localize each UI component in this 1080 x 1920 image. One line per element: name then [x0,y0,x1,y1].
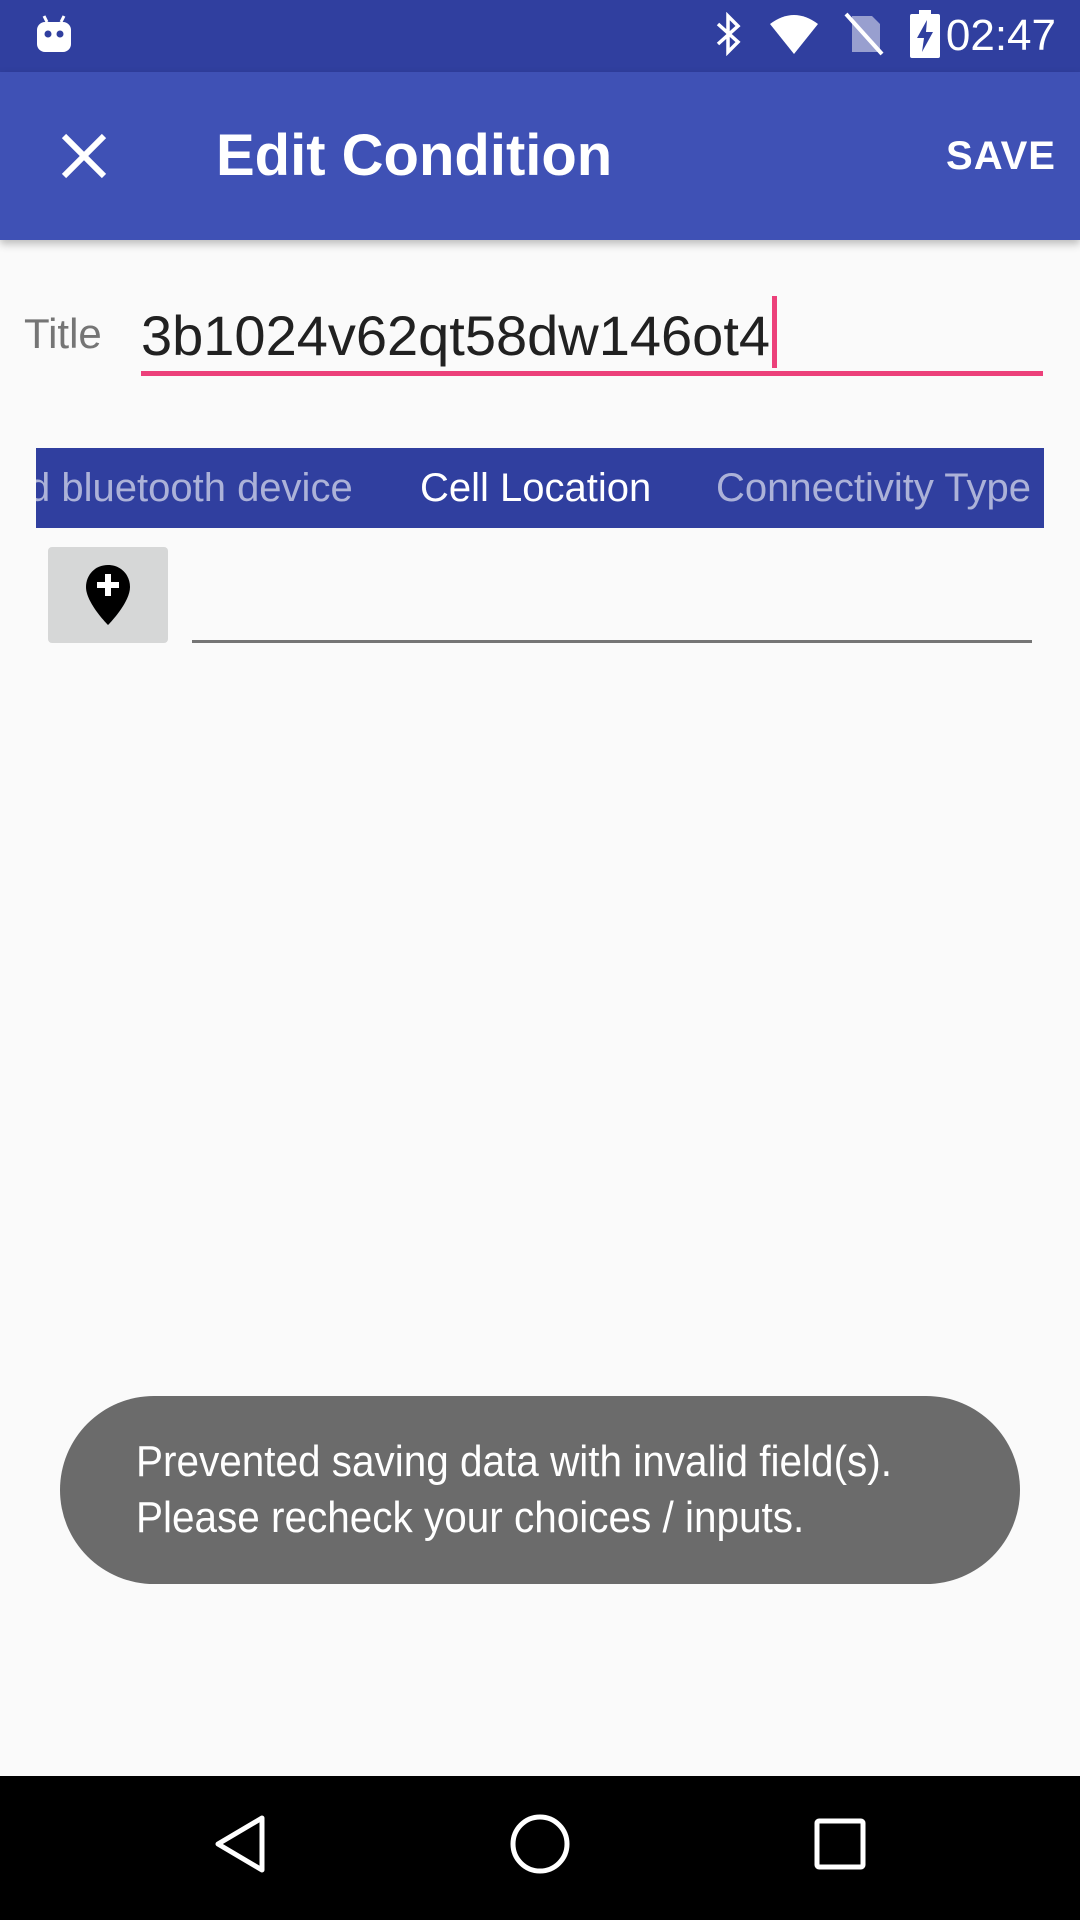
tab-cell-location[interactable]: Cell Location [420,448,651,528]
bluetooth-icon [714,11,744,61]
page-title: Edit Condition [216,123,613,188]
title-input[interactable]: 3b1024v62qt58dw146ot4 [141,292,1043,376]
cell-location-field[interactable] [192,560,1032,643]
title-input-underline [141,371,1043,376]
navigation-bar [0,1776,1080,1920]
android-robot-icon [36,14,72,59]
close-icon[interactable] [52,124,116,188]
tab-bluetooth-device[interactable]: d bluetooth device [36,448,353,528]
status-clock: 02:47 [945,11,1056,60]
app-bar: Edit Condition SAVE [0,72,1080,240]
error-toast: Prevented saving data with invalid field… [60,1396,1020,1584]
recents-icon[interactable] [812,1812,868,1881]
wifi-icon [770,14,818,59]
toast-line-1: Prevented saving data with invalid field… [136,1437,893,1486]
home-icon[interactable] [508,1812,572,1881]
title-input-value: 3b1024v62qt58dw146ot4 [141,304,771,367]
add-location-icon [86,565,130,625]
back-icon[interactable] [212,1812,268,1881]
condition-type-tabs[interactable]: d bluetooth device Cell Location Connect… [36,448,1044,528]
status-bar: 02:47 [0,0,1080,72]
title-label: Title [24,310,102,357]
add-location-button[interactable] [48,547,168,643]
tab-connectivity-type[interactable]: Connectivity Type [716,448,1031,528]
text-cursor [772,296,777,368]
toast-line-2: Please recheck your choices / inputs. [136,1493,805,1542]
battery-charging-icon [910,9,940,63]
save-button[interactable]: SAVE [946,132,1056,180]
no-sim-icon [844,12,884,61]
